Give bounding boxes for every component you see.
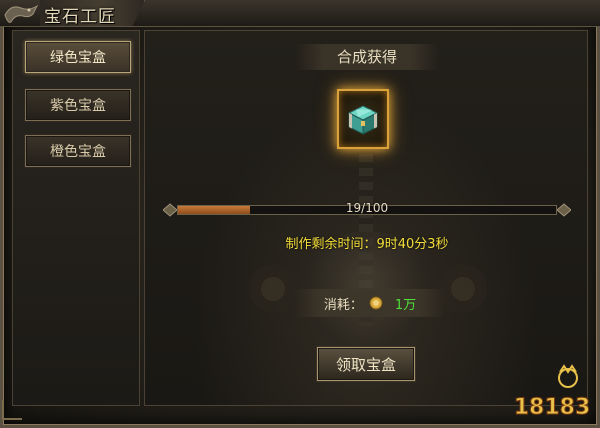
sidebar-item-label: 绿色宝盒 xyxy=(50,50,106,66)
cost-row: 消耗： 1万 xyxy=(295,289,445,317)
corner-ornament-bottom-left xyxy=(2,400,22,420)
dragon-ornament-icon xyxy=(2,0,40,30)
claim-button-label: 领取宝盒 xyxy=(335,355,396,374)
sidebar-item-label: 橙色宝盒 xyxy=(50,144,106,160)
gold-coin-icon xyxy=(369,296,383,310)
window-title: 宝石工匠 xyxy=(44,7,116,27)
progress-text: 19/100 xyxy=(345,201,389,215)
claim-box-button[interactable]: 领取宝盒 xyxy=(317,347,415,381)
18183-logo: 18183 xyxy=(508,364,596,424)
time-remaining: 制作剩余时间：9时40分3秒 xyxy=(285,237,449,252)
title-bar: 宝石工匠 xyxy=(0,0,600,27)
cost-value: 1万 xyxy=(394,297,417,313)
sidebar: 绿色宝盒 紫色宝盒 橙色宝盒 xyxy=(12,30,140,406)
sidebar-item-purple-box[interactable]: 紫色宝盒 xyxy=(25,89,131,121)
sidebar-item-green-box[interactable]: 绿色宝盒 xyxy=(25,41,131,73)
sidebar-item-orange-box[interactable]: 橙色宝盒 xyxy=(25,135,131,167)
watermark-text: 18183 xyxy=(514,395,591,420)
main-panel: 合成获得 19/100 制作剩余时间：9时40分3秒 消耗： 1万 领取宝盒 xyxy=(144,30,588,406)
crafting-progress-bar: 19/100 xyxy=(163,201,571,217)
cost-label: 消耗： xyxy=(323,297,363,313)
result-title: 合成获得 xyxy=(295,44,439,70)
jade-treasure-box-icon xyxy=(347,105,379,135)
sidebar-item-label: 紫色宝盒 xyxy=(50,98,106,114)
item-slot[interactable] xyxy=(337,89,389,149)
gear-decoration-left xyxy=(245,261,301,317)
